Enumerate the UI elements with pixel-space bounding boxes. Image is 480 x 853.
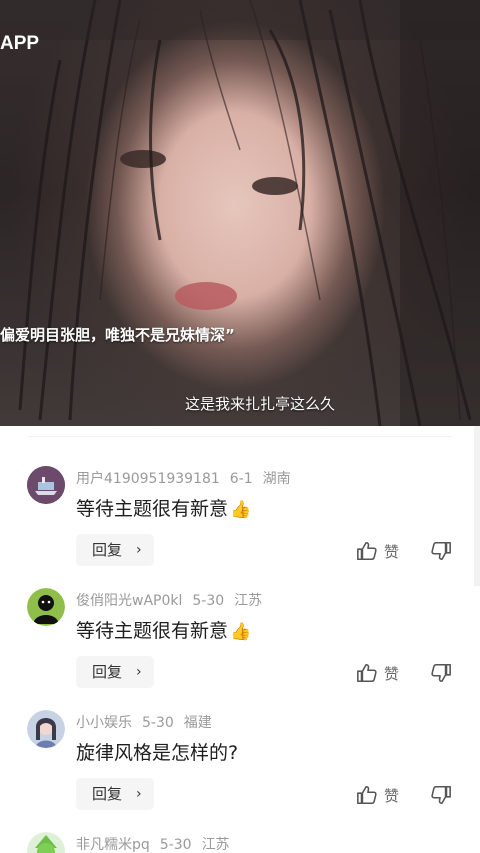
chevron-right-icon: ›: [136, 786, 142, 802]
comment-item: 用户4190951939181 6-1 湖南 等待主题很有新意 👍 回复 › 赞: [0, 466, 480, 588]
comment-text-row: 等待主题很有新意 👍: [76, 616, 251, 643]
chevron-right-icon: ›: [136, 542, 142, 558]
comment-date: 5-30: [159, 837, 192, 853]
thumb-up-icon: [357, 785, 377, 805]
comment-item: 俊俏阳光wAP0kl 5-30 江苏 等待主题很有新意 👍 回复 › 赞: [0, 588, 480, 710]
thumb-down-icon: [431, 541, 451, 561]
reply-button[interactable]: 回复 ›: [76, 656, 154, 688]
like-button[interactable]: 赞: [356, 783, 399, 807]
comment-text: 等待主题很有新意: [76, 620, 229, 642]
black-figure-avatar-icon: [27, 588, 65, 626]
thumbs-up-emoji-icon: 👍: [230, 622, 252, 642]
comment-username[interactable]: 小小娱乐: [76, 715, 132, 731]
dislike-button[interactable]: [430, 540, 452, 566]
comment-meta: 非凡糯米pq 5-30 江苏: [76, 834, 240, 853]
comment-meta: 用户4190951939181 6-1 湖南: [76, 468, 301, 488]
ship-avatar-icon: [27, 466, 65, 504]
like-label: 赞: [384, 664, 400, 683]
reply-label: 回复: [92, 663, 123, 681]
video-player[interactable]: APP 偏爱明目张胆，唯独不是兄妹情深” 这是我来扎扎亭这么久: [0, 0, 480, 426]
comment-date: 6-1: [229, 471, 253, 487]
avatar[interactable]: [27, 466, 65, 504]
thumb-down-icon: [431, 663, 451, 683]
reply-button[interactable]: 回复 ›: [76, 534, 154, 566]
comment-item: 小小娱乐 5-30 福建 旋律风格是怎样的? 回复 › 赞: [0, 710, 480, 832]
dislike-button[interactable]: [430, 662, 452, 688]
comment-location: 江苏: [234, 593, 263, 609]
comment-date: 5-30: [192, 593, 225, 609]
thumb-up-icon: [357, 663, 377, 683]
comment-username[interactable]: 俊俏阳光wAP0kl: [76, 593, 182, 609]
like-button[interactable]: 赞: [356, 661, 399, 685]
avatar[interactable]: [27, 588, 65, 626]
video-subtitle: 这是我来扎扎亭这么久: [0, 393, 400, 414]
video-subtitle-text: 这是我来扎扎亭这么久: [184, 395, 335, 413]
avatar[interactable]: [27, 832, 65, 853]
like-label: 赞: [384, 786, 400, 805]
comment-username[interactable]: 用户4190951939181: [76, 471, 220, 487]
comment-location: 江苏: [201, 837, 230, 853]
dislike-button[interactable]: [430, 784, 452, 810]
reply-button[interactable]: 回复 ›: [76, 778, 154, 810]
reply-label: 回复: [92, 785, 123, 803]
comment-text-row: 旋律风格是怎样的?: [76, 738, 238, 765]
avatar[interactable]: [27, 710, 65, 748]
comment-meta: 俊俏阳光wAP0kl 5-30 江苏: [76, 590, 272, 610]
comment-text: 旋律风格是怎样的?: [76, 742, 239, 764]
video-frame-hair: [0, 0, 480, 426]
comment-username[interactable]: 非凡糯米pq: [76, 837, 150, 853]
comment-location: 湖南: [262, 471, 291, 487]
app-watermark: APP: [0, 33, 40, 54]
thumb-up-icon: [357, 541, 377, 561]
thumbs-up-emoji-icon: 👍: [230, 500, 252, 520]
comment-text-row: 等待主题很有新意 👍: [76, 494, 251, 521]
like-button[interactable]: 赞: [356, 539, 399, 563]
divider: [28, 436, 452, 437]
comment-location: 福建: [183, 715, 212, 731]
comment-text: 等待主题很有新意: [76, 498, 229, 520]
thumb-down-icon: [431, 785, 451, 805]
like-label: 赞: [384, 542, 400, 561]
girl-avatar-icon: [27, 710, 65, 748]
green-character-avatar-icon: [27, 832, 65, 853]
reply-label: 回复: [92, 541, 123, 559]
comment-date: 5-30: [142, 715, 174, 731]
comment-meta: 小小娱乐 5-30 福建: [76, 712, 222, 732]
video-title-caption: 偏爱明目张胆，唯独不是兄妹情深”: [0, 326, 235, 344]
chevron-right-icon: ›: [136, 664, 142, 680]
comment-item: 非凡糯米pq 5-30 江苏: [0, 832, 480, 853]
